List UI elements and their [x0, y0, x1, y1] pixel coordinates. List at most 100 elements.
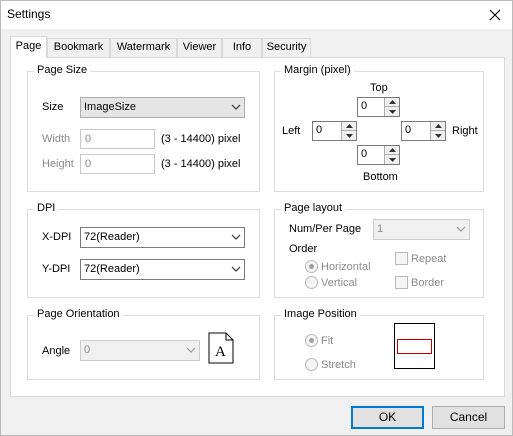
- spin-down-button[interactable]: [342, 131, 356, 140]
- vertical-radio[interactable]: [305, 276, 318, 289]
- tab-info[interactable]: Info: [222, 38, 262, 57]
- fit-radio[interactable]: [305, 334, 318, 347]
- margin-top-spinner[interactable]: 0: [357, 97, 400, 117]
- repeat-label: Repeat: [411, 253, 447, 265]
- width-range: (3 - 14400) pixel: [161, 133, 241, 145]
- spin-down-button[interactable]: [431, 131, 445, 140]
- num-per-page-label: Num/Per Page: [289, 223, 362, 235]
- margin-left-spinner[interactable]: 0: [312, 121, 357, 141]
- margin-left-label: Left: [282, 125, 301, 137]
- group-title: Image Position: [281, 308, 360, 320]
- image-position-preview: [394, 323, 435, 369]
- spin-up-button[interactable]: [385, 98, 399, 107]
- size-select[interactable]: ImageSize: [80, 97, 245, 118]
- height-label: Height: [42, 158, 74, 170]
- group-title: Margin (pixel): [281, 64, 354, 76]
- tab-label: Info: [232, 41, 252, 53]
- num-per-page-select[interactable]: 1: [373, 219, 470, 240]
- height-value: 0: [85, 158, 92, 170]
- triangle-up-icon: [388, 148, 396, 152]
- group-title: Page layout: [281, 202, 346, 214]
- width-label: Width: [42, 133, 71, 145]
- spin-down-button[interactable]: [385, 155, 399, 164]
- horizontal-radio[interactable]: [305, 260, 318, 273]
- settings-dialog: Settings Page Bookmark Watermark Viewer …: [0, 0, 513, 436]
- angle-value: 0: [84, 344, 91, 356]
- triangle-down-icon: [434, 133, 442, 138]
- spinner-buttons: [384, 146, 399, 164]
- tab-label: Security: [266, 41, 307, 53]
- xdpi-value: 72(Reader): [84, 231, 140, 243]
- tab-label: Watermark: [116, 41, 171, 53]
- tab-label: Viewer: [182, 41, 217, 53]
- border-label: Border: [411, 277, 445, 289]
- ydpi-value: 72(Reader): [84, 263, 140, 275]
- group-title: DPI: [34, 202, 59, 214]
- margin-right-spinner[interactable]: 0: [401, 121, 446, 141]
- stretch-label: Stretch: [321, 359, 356, 371]
- margin-bottom-value: 0: [361, 148, 368, 160]
- ok-button[interactable]: OK: [351, 406, 424, 429]
- triangle-up-icon: [345, 124, 353, 128]
- tab-label: Page: [15, 40, 42, 52]
- repeat-checkbox[interactable]: [395, 252, 408, 265]
- title-bar: Settings: [1, 1, 512, 29]
- angle-label: Angle: [42, 345, 71, 357]
- height-range: (3 - 14400) pixel: [161, 158, 241, 170]
- xdpi-select[interactable]: 72(Reader): [80, 227, 245, 248]
- close-button[interactable]: [478, 1, 512, 29]
- angle-select[interactable]: 0: [80, 340, 200, 361]
- spinner-buttons: [384, 98, 399, 116]
- order-label: Order: [289, 243, 318, 255]
- triangle-down-icon: [345, 133, 353, 138]
- spin-up-button[interactable]: [431, 122, 445, 131]
- width-field[interactable]: 0: [80, 129, 155, 149]
- margin-right-label: Right: [452, 125, 478, 137]
- spin-up-button[interactable]: [385, 146, 399, 155]
- ydpi-select[interactable]: 72(Reader): [80, 259, 245, 280]
- orientation-preview-letter: A: [215, 344, 226, 360]
- triangle-up-icon: [434, 124, 442, 128]
- margin-right-value: 0: [405, 124, 412, 136]
- chevron-down-icon: [231, 266, 241, 272]
- group-title: Page Size: [34, 64, 91, 76]
- chevron-down-icon: [231, 234, 241, 240]
- dpi-group: DPI: [27, 202, 260, 298]
- size-label: Size: [42, 101, 64, 113]
- fit-label: Fit: [321, 335, 334, 347]
- border-checkbox[interactable]: [395, 276, 408, 289]
- horizontal-label: Horizontal: [321, 261, 371, 273]
- width-value: 0: [85, 133, 92, 145]
- chevron-down-icon: [456, 226, 466, 232]
- document-icon: A: [208, 332, 234, 364]
- group-title: Page Orientation: [34, 308, 123, 320]
- tab-watermark[interactable]: Watermark: [110, 38, 177, 57]
- image-position-group: Image Position: [274, 308, 484, 380]
- window-title: Settings: [7, 7, 51, 21]
- chevron-down-icon: [186, 347, 196, 353]
- tab-bookmark[interactable]: Bookmark: [47, 38, 110, 57]
- close-icon: [489, 9, 501, 21]
- margin-bottom-spinner[interactable]: 0: [357, 145, 400, 165]
- tab-page[interactable]: Page: [10, 36, 47, 58]
- margin-top-label: Top: [370, 82, 388, 94]
- triangle-down-icon: [388, 109, 396, 114]
- spin-down-button[interactable]: [385, 107, 399, 116]
- cancel-button[interactable]: Cancel: [432, 406, 505, 429]
- triangle-up-icon: [388, 100, 396, 104]
- triangle-down-icon: [388, 157, 396, 162]
- tab-viewer[interactable]: Viewer: [177, 38, 222, 57]
- spin-up-button[interactable]: [342, 122, 356, 131]
- stretch-radio[interactable]: [305, 358, 318, 371]
- margin-bottom-label: Bottom: [363, 171, 398, 183]
- spinner-buttons: [341, 122, 356, 140]
- margin-left-value: 0: [316, 124, 323, 136]
- size-value: ImageSize: [84, 101, 136, 113]
- spinner-buttons: [430, 122, 445, 140]
- image-frame-marker: [397, 339, 432, 354]
- num-per-page-value: 1: [377, 223, 384, 235]
- height-field[interactable]: 0: [80, 154, 155, 174]
- ydpi-label: Y-DPI: [42, 263, 71, 275]
- tab-security[interactable]: Security: [262, 38, 311, 57]
- tab-label: Bookmark: [53, 41, 104, 53]
